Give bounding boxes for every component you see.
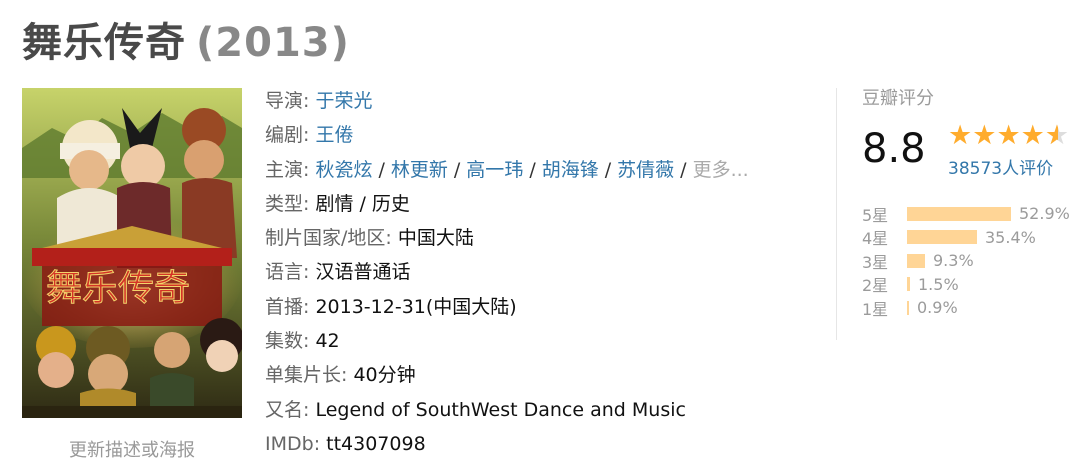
genre-row: 类型: 剧情 / 历史 bbox=[265, 189, 749, 223]
star-level-label: 4星 bbox=[862, 229, 889, 249]
rating-bar bbox=[907, 253, 925, 268]
country-label: 制片国家/地区: bbox=[265, 227, 392, 250]
star-icon: ★ bbox=[948, 120, 973, 151]
poster-image[interactable]: 舞乐传奇 bbox=[22, 88, 242, 418]
rating-bar bbox=[907, 230, 977, 245]
imdb-label: IMDb: bbox=[265, 432, 321, 455]
cast-row: 主演: 秋瓷炫 / 林更新 / 高一玮 / 胡海锋 / 苏倩薇 / 更多... bbox=[265, 158, 749, 181]
rating-percent: 9.3% bbox=[933, 251, 974, 271]
cast-link[interactable]: 秋瓷炫 bbox=[315, 159, 372, 181]
rating-row: 3星 9.3% bbox=[862, 249, 1077, 273]
imdb-value: tt4307098 bbox=[326, 432, 426, 455]
rating-row: 2星 1.5% bbox=[862, 273, 1077, 297]
runtime-row: 单集片长: 40分钟 bbox=[265, 360, 749, 394]
star-level-label: 3星 bbox=[862, 252, 889, 272]
rating-score: 8.8 bbox=[862, 126, 926, 172]
half-star-icon: ★ bbox=[1045, 122, 1069, 151]
star-icon: ★ bbox=[972, 120, 997, 151]
aka-value: Legend of SouthWest Dance and Music bbox=[315, 398, 686, 421]
rating-distribution: 5星 52.9% 4星 35.4% 3星 9.3% 2星 1.5% 1星 0.9… bbox=[862, 202, 1077, 320]
aka-row: 又名: Legend of SouthWest Dance and Music bbox=[265, 395, 749, 429]
votes-link[interactable]: 38573人评价 bbox=[948, 154, 1053, 179]
divider bbox=[836, 88, 837, 340]
star-level-label: 2星 bbox=[862, 276, 889, 296]
director-row: 导演: 于荣光 bbox=[265, 86, 749, 120]
title-year: (2013) bbox=[196, 20, 350, 66]
star-icon: ★ bbox=[1020, 120, 1045, 151]
rating-bar bbox=[907, 206, 1011, 221]
cast-link[interactable]: 高一玮 bbox=[466, 159, 523, 181]
cast-label: 主演: bbox=[265, 158, 310, 181]
imdb-row: IMDb: tt4307098 bbox=[265, 429, 749, 463]
update-description-link[interactable]: 更新描述或海报 bbox=[22, 436, 242, 462]
premiere-label: 首播: bbox=[265, 295, 310, 318]
rating-percent: 35.4% bbox=[985, 227, 1036, 247]
star-level-label: 5星 bbox=[862, 205, 889, 225]
rating-bar bbox=[907, 277, 910, 292]
cast-link[interactable]: 苏倩薇 bbox=[617, 159, 674, 181]
genre-label: 类型: bbox=[265, 192, 310, 215]
premiere-row: 首播: 2013-12-31(中国大陆) bbox=[265, 292, 749, 326]
rating-percent: 0.9% bbox=[917, 298, 958, 318]
rating-row: 5星 52.9% bbox=[862, 202, 1077, 226]
language-label: 语言: bbox=[265, 261, 310, 284]
country-value: 中国大陆 bbox=[397, 227, 474, 250]
writer-link[interactable]: 王倦 bbox=[315, 124, 353, 146]
episodes-label: 集数: bbox=[265, 330, 310, 353]
title-name: 舞乐传奇 bbox=[22, 20, 186, 66]
cast-more-link[interactable]: 更多... bbox=[693, 159, 749, 181]
episodes-row: 集数: 42 bbox=[265, 326, 749, 360]
star-icon: ★ bbox=[996, 120, 1021, 151]
runtime-label: 单集片长: bbox=[265, 364, 348, 387]
runtime-value: 40分钟 bbox=[353, 364, 416, 387]
director-link[interactable]: 于荣光 bbox=[315, 90, 372, 112]
aka-label: 又名: bbox=[265, 398, 310, 421]
rating-row: 4星 35.4% bbox=[862, 226, 1077, 250]
rating-bar bbox=[907, 300, 909, 315]
rating-percent: 1.5% bbox=[918, 274, 959, 294]
rating-row: 1星 0.9% bbox=[862, 296, 1077, 320]
poster-artwork: 舞乐传奇 bbox=[22, 88, 242, 418]
page-title: 舞乐传奇 (2013) bbox=[22, 10, 350, 68]
rating-panel: 豆瓣评分 8.8 ★ ★ ★ ★ ★ 38573人评价 5星 52.9% 4星 … bbox=[862, 84, 1077, 319]
rating-percent: 52.9% bbox=[1019, 204, 1070, 224]
premiere-value: 2013-12-31(中国大陆) bbox=[315, 295, 517, 318]
star-level-label: 1星 bbox=[862, 299, 889, 319]
cast-link[interactable]: 林更新 bbox=[391, 159, 448, 181]
genre-value: 剧情 / 历史 bbox=[315, 192, 410, 215]
writer-row: 编剧: 王倦 bbox=[265, 120, 749, 154]
episodes-value: 42 bbox=[315, 330, 340, 353]
country-row: 制片国家/地区: 中国大陆 bbox=[265, 223, 749, 257]
svg-text:舞乐传奇: 舞乐传奇 bbox=[46, 268, 190, 309]
subject-info: 导演: 于荣光 编剧: 王倦 主演: 秋瓷炫 / 林更新 / 高一玮 / 胡海锋 / 苏倩薇 / 更… bbox=[265, 86, 749, 463]
director-label: 导演: bbox=[265, 90, 310, 112]
language-row: 语言: 汉语普通话 bbox=[265, 257, 749, 291]
rating-stars: ★ ★ ★ ★ ★ bbox=[948, 120, 1069, 151]
language-value: 汉语普通话 bbox=[315, 261, 411, 284]
writer-label: 编剧: bbox=[265, 124, 310, 147]
rating-title: 豆瓣评分 bbox=[862, 88, 934, 109]
cast-link[interactable]: 胡海锋 bbox=[542, 159, 599, 181]
